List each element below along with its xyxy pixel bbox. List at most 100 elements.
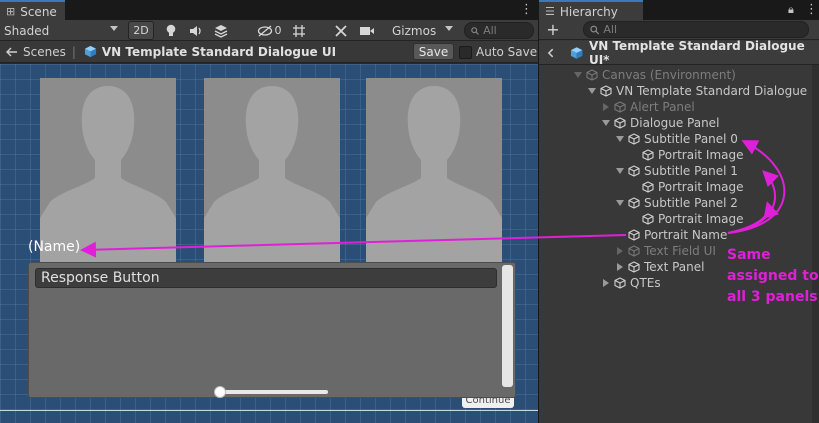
continue-button[interactable]: Continue [462, 398, 514, 408]
scene-search-field[interactable] [464, 22, 534, 39]
tree-item-label: Dialogue Panel [630, 116, 720, 130]
tree-item[interactable]: Subtitle Panel 0 [615, 131, 738, 147]
tree-foldout[interactable] [573, 72, 582, 78]
tree-item-label: VN Template Standard Dialogue UI [616, 84, 819, 98]
tree-foldout[interactable] [601, 120, 610, 126]
collapsed-arrow-icon[interactable] [616, 263, 623, 271]
tree-foldout[interactable] [601, 279, 610, 287]
expanded-arrow-icon[interactable] [601, 120, 610, 126]
hidden-objects-toggle[interactable]: 0 [254, 21, 284, 40]
tree-item[interactable]: Text Panel [615, 259, 704, 275]
tree-item[interactable]: Portrait Image [629, 179, 744, 195]
tree-foldout[interactable] [587, 88, 596, 94]
gameobject-cube-icon [614, 117, 626, 129]
tab-scene[interactable]: ⊞ Scene [0, 0, 65, 21]
collapsed-arrow-icon[interactable] [616, 247, 623, 255]
2d-toggle-button[interactable]: 2D [128, 21, 154, 40]
breadcrumb-scenes[interactable]: Scenes [6, 45, 66, 59]
grid-dropdown[interactable] [310, 21, 324, 40]
tree-item-label: Portrait Name [644, 228, 728, 242]
save-button[interactable]: Save [413, 43, 454, 60]
tree-item[interactable]: Subtitle Panel 2 [615, 195, 738, 211]
expanded-arrow-icon[interactable] [573, 72, 582, 78]
gameobject-cube-icon [642, 213, 654, 225]
grid-icon [293, 24, 305, 37]
tree-item[interactable]: QTEs [601, 275, 661, 291]
tree-item[interactable]: Canvas (Environment) [573, 67, 736, 83]
hierarchy-search-input[interactable] [603, 23, 808, 36]
expanded-arrow-icon[interactable] [615, 136, 624, 142]
search-icon [471, 26, 479, 35]
tools-button[interactable] [330, 21, 352, 40]
tree-foldout[interactable] [601, 103, 610, 111]
auto-save-label: Auto Save [476, 45, 538, 59]
lock-icon[interactable]: 🔒︎ [788, 3, 794, 17]
tree-item-label: Alert Panel [630, 100, 695, 114]
plus-icon: + [546, 20, 560, 39]
gameobject-cube-icon [614, 277, 626, 289]
tree-item-label: Portrait Image [658, 180, 744, 194]
hierarchy-toolbar: + [539, 20, 819, 40]
hierarchy-search-field[interactable] [583, 21, 809, 38]
prefab-cube-icon [570, 46, 582, 59]
tree-item-label: Portrait Image [658, 212, 744, 226]
tree-foldout[interactable] [615, 136, 624, 142]
hierarchy-menu-icon[interactable]: ⋮ [805, 2, 818, 17]
response-button[interactable]: Response Button [35, 268, 497, 288]
tree-item[interactable]: Alert Panel [601, 99, 695, 115]
gameobject-cube-icon [628, 245, 640, 257]
expanded-arrow-icon[interactable] [615, 200, 624, 206]
portrait-name-text[interactable]: (Name) [28, 239, 80, 255]
gameobject-cube-icon [628, 133, 640, 145]
tree-foldout[interactable] [615, 168, 624, 174]
canvas-boundary [0, 410, 538, 411]
tab-hierarchy[interactable]: ☰ Hierarchy [539, 0, 643, 21]
tree-item[interactable]: Portrait Name [615, 227, 727, 243]
auto-save-checkbox[interactable] [459, 46, 472, 59]
scene-menu-icon[interactable]: ⋮ [520, 2, 533, 17]
dialogue-panel[interactable]: Response Button [28, 262, 516, 398]
tree-item[interactable]: Dialogue Panel [601, 115, 719, 131]
back-arrow-icon [6, 47, 17, 56]
expanded-arrow-icon[interactable] [587, 88, 596, 94]
annotation-line: all 3 panels [727, 289, 818, 305]
camera-settings-dropdown[interactable] [356, 21, 388, 40]
effects-toggle-button[interactable] [210, 21, 232, 40]
create-dropdown[interactable]: + [543, 20, 573, 39]
lighting-toggle-button[interactable] [160, 21, 182, 40]
audio-toggle-button[interactable] [185, 21, 207, 40]
prefab-cube-icon [84, 45, 96, 58]
collapsed-arrow-icon[interactable] [602, 279, 609, 287]
scene-viewport[interactable]: (Name) Response Button Continue [0, 64, 538, 423]
tree-item[interactable]: Portrait Image [629, 211, 744, 227]
expanded-arrow-icon[interactable] [615, 168, 624, 174]
tree-foldout[interactable] [615, 247, 624, 255]
scene-toolbar: Shaded 2D 0 Gizmos All [0, 20, 538, 41]
scene-search-input[interactable] [483, 24, 533, 37]
tree-item[interactable]: VN Template Standard Dialogue UI [587, 83, 819, 99]
gizmos-dropdown[interactable]: Gizmos [391, 21, 457, 40]
tree-item[interactable]: Subtitle Panel 1 [615, 163, 738, 179]
list-icon: ☰ [545, 5, 555, 18]
tree-item[interactable]: Portrait Image [629, 147, 744, 163]
shading-mode-dropdown[interactable]: Shaded [4, 21, 122, 40]
continue-button-label: Continue [465, 398, 511, 406]
tree-foldout[interactable] [615, 263, 624, 271]
chevron-left-icon[interactable] [546, 47, 556, 59]
hierarchy-scrollbar[interactable] [812, 65, 819, 423]
tree-foldout[interactable] [615, 200, 624, 206]
tree-item-label: Subtitle Panel 2 [644, 196, 738, 210]
portrait-image-1 [204, 78, 340, 262]
grid-snap-toggle[interactable] [288, 21, 310, 40]
dialogue-vertical-scrollbar[interactable] [502, 265, 513, 387]
tree-item[interactable]: Text Field UI [615, 243, 716, 259]
slider-knob[interactable] [214, 386, 226, 398]
effects-dropdown[interactable] [234, 21, 250, 40]
layers-icon [214, 24, 228, 38]
tree-item-label: Portrait Image [658, 148, 744, 162]
breadcrumb-prefab[interactable]: VN Template Standard Dialogue UI [84, 45, 336, 59]
dialogue-horizontal-slider[interactable] [214, 386, 328, 398]
tree-item-label: Text Panel [644, 260, 705, 274]
silhouette-icon [366, 86, 502, 262]
collapsed-arrow-icon[interactable] [602, 103, 609, 111]
